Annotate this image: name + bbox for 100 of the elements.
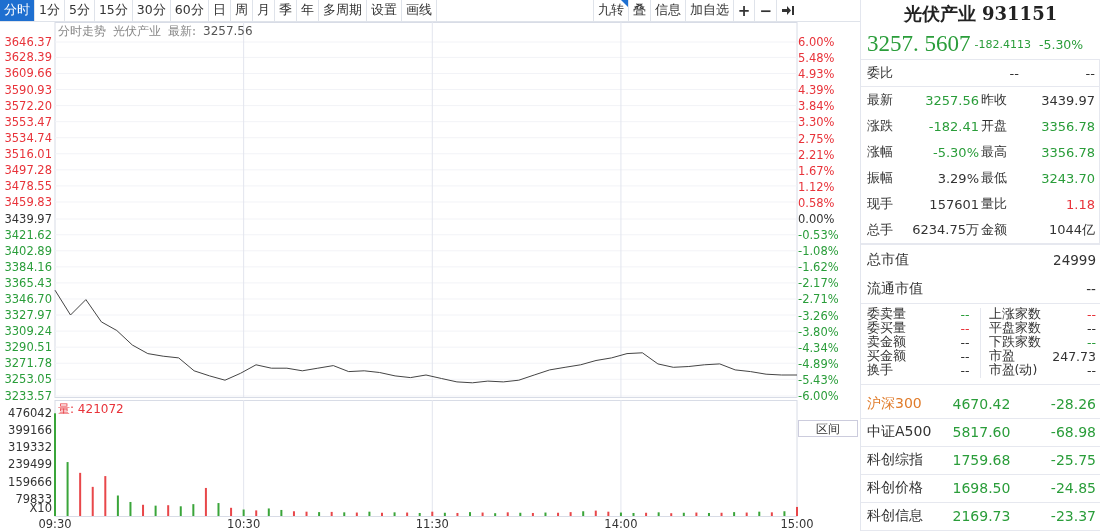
volume-bar <box>406 512 409 516</box>
volume-axis-label: 239499 <box>8 457 52 472</box>
index-row[interactable]: 中证A500 5817.60 -68.98 <box>861 419 1100 447</box>
price-axis-label: 3253.05 <box>4 372 52 387</box>
price-axis-label: 3290.51 <box>4 340 52 355</box>
volume-bar <box>267 508 270 516</box>
stat-label: 市盈 <box>988 348 1015 364</box>
percent-axis-label: -1.62% <box>798 260 839 275</box>
percent-axis-label: -0.53% <box>798 228 839 243</box>
volume-bar <box>619 512 622 516</box>
index-row[interactable]: 科创信息 2169.73 -23.37 <box>861 503 1100 531</box>
stat-label: 总市值 <box>867 250 909 269</box>
volume-bar <box>91 486 94 516</box>
latest-value: 3257.56 <box>203 24 253 38</box>
volume-bar <box>783 511 786 516</box>
stat-label: 买金额 <box>867 348 906 364</box>
percent-axis-label: 1.12% <box>798 179 835 194</box>
volume-bar <box>632 513 635 516</box>
price-value: 3257. 5607 <box>867 31 971 58</box>
stat-label: 卖金额 <box>867 334 906 350</box>
stat-label: 涨幅 <box>867 143 894 162</box>
index-row[interactable]: 科创综指 1759.68 -25.75 <box>861 447 1100 475</box>
stat-label: 总手 <box>867 221 894 240</box>
percent-axis-label: 2.75% <box>798 131 835 146</box>
index-name: 科创信息 <box>867 507 924 526</box>
volume-axis-label: 319332 <box>8 440 52 455</box>
stat-value: 3356.78 <box>1040 144 1095 160</box>
stat-value: 24999 <box>1053 251 1096 268</box>
index-name: 科创综指 <box>867 451 924 470</box>
stat-label: 最低 <box>981 169 1008 188</box>
volume-bar <box>79 472 82 516</box>
percent-axis-label: 2.21% <box>798 147 835 162</box>
volume-bar <box>569 512 572 516</box>
stat-label: 换手 <box>867 362 893 380</box>
percent-axis-label: 4.93% <box>798 67 835 82</box>
index-change: -23.37 <box>1049 508 1096 525</box>
volume-bar <box>594 510 597 516</box>
stat-value: -182.41 <box>927 118 979 134</box>
percent-axis-label: -5.43% <box>798 372 839 387</box>
index-row[interactable]: 沪深300 4670.42 -28.26 <box>861 391 1100 419</box>
price-axis-label: 3439.97 <box>4 212 52 226</box>
change-percent: -5.30% <box>1038 36 1084 52</box>
volume-bar <box>418 513 421 516</box>
percent-axis-label: -4.34% <box>798 340 839 355</box>
index-row[interactable]: 科创价格 1698.50 -24.85 <box>861 475 1100 503</box>
toolbar-button[interactable]: 九转 <box>592 0 628 21</box>
stat-value: 3439.97 <box>1040 92 1095 108</box>
period-tab[interactable]: 分时 <box>0 0 35 21</box>
volume-bar <box>506 512 509 516</box>
time-axis-label: 15:00 <box>780 517 814 531</box>
index-value: 5817.60 <box>951 424 1012 441</box>
stat-value: -- <box>1084 65 1095 81</box>
stat-value: -- <box>960 335 970 351</box>
stat-value: 3257.56 <box>924 92 979 108</box>
percent-axis-label: 5.48% <box>798 51 835 66</box>
stat-value: 3356.78 <box>1040 118 1095 134</box>
percent-axis-label: 3.30% <box>798 115 835 130</box>
stat-value: 1.18 <box>1065 196 1095 212</box>
stat-label: 市盈(动) <box>988 362 1038 380</box>
stat-value: 247.73 <box>1052 349 1096 365</box>
volume-bar <box>242 509 245 516</box>
volume-bar <box>230 507 233 516</box>
volume-axis-label: 159666 <box>8 474 52 489</box>
volume-bar <box>142 504 145 516</box>
volume-bar <box>154 505 157 516</box>
stat-label: 委卖量 <box>867 306 906 322</box>
range-button[interactable]: 区间 <box>798 420 858 437</box>
volume-axis-label: 399166 <box>8 422 52 437</box>
price-axis-label: 3590.93 <box>4 82 52 97</box>
volume-bar <box>519 512 522 516</box>
chart-title: 分时走势 <box>58 24 106 38</box>
stat-value: -- <box>960 349 970 365</box>
percent-axis-label: 1.67% <box>798 163 835 178</box>
percent-axis-label: 6.00% <box>798 35 835 49</box>
index-name: 沪深300 <box>867 395 923 414</box>
price-axis-label: 3646.37 <box>4 35 52 49</box>
volume-bar <box>204 487 207 516</box>
stat-label: 涨跌 <box>867 117 894 136</box>
stat-label: 昨收 <box>981 91 1008 110</box>
collapse-icon <box>781 5 794 16</box>
stat-value: 3243.70 <box>1040 170 1095 186</box>
index-change: -28.26 <box>1049 396 1096 413</box>
volume-bar <box>544 512 547 516</box>
volume-bar <box>531 513 534 516</box>
price-axis-label: 3402.89 <box>4 243 52 258</box>
volume-bar <box>481 512 484 516</box>
index-change: -24.85 <box>1049 480 1096 497</box>
percent-axis-label: 3.84% <box>798 99 835 114</box>
volume-bar <box>557 512 560 516</box>
volume-bar <box>179 506 182 516</box>
index-change: -68.98 <box>1049 424 1096 441</box>
percent-axis-label: -6.00% <box>798 389 839 400</box>
index-title: 光伏产业 931151 <box>903 2 1058 27</box>
volume-bar <box>431 511 434 516</box>
stat-label: 量比 <box>981 195 1008 214</box>
volume-bar <box>670 513 673 516</box>
stat-label: 委买量 <box>867 320 906 336</box>
price-axis-label: 3628.39 <box>4 50 52 65</box>
volume-bar <box>355 512 358 516</box>
percent-axis-label: -1.08% <box>798 244 839 259</box>
